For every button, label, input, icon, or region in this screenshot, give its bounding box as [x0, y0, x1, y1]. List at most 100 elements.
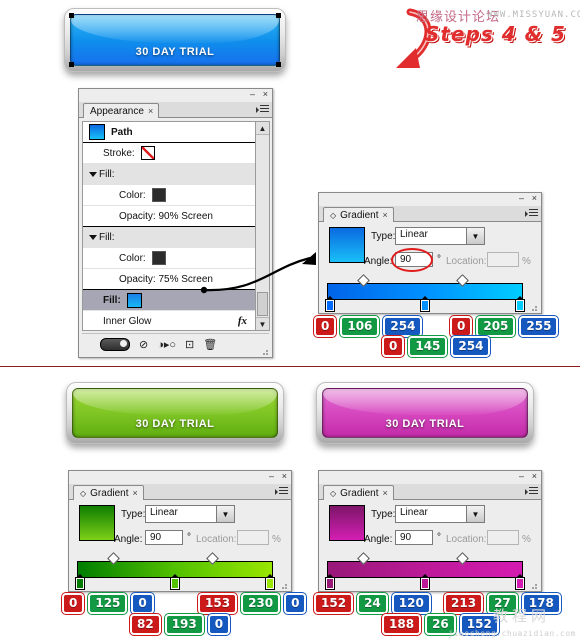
- no-color-icon[interactable]: [140, 146, 155, 160]
- rgb-values-green-left: 0 125 0: [62, 593, 154, 614]
- resize-grip-icon[interactable]: [281, 582, 289, 590]
- fx-icon[interactable]: fx: [238, 315, 247, 327]
- rgb-values-blue-left: 0 106 254: [314, 316, 423, 337]
- disclosure-triangle-icon[interactable]: [89, 171, 97, 177]
- gradient-stop-start[interactable]: [75, 574, 85, 590]
- tab-close-icon[interactable]: ×: [383, 488, 388, 498]
- close-icon[interactable]: ×: [282, 472, 287, 481]
- tab-gradient-label: Gradient: [340, 487, 379, 499]
- appearance-row-color-1[interactable]: Color:: [83, 185, 255, 206]
- panel-menu-icon[interactable]: [524, 485, 538, 497]
- appearance-panel[interactable]: – × Appearance × Path Stroke: Fill: Colo…: [78, 88, 273, 358]
- gradient-preview-swatch[interactable]: [329, 505, 365, 541]
- close-icon[interactable]: ×: [263, 90, 268, 99]
- angle-value: 90: [150, 532, 162, 543]
- anchor-point-bl[interactable]: [69, 62, 74, 67]
- anchor-point-br[interactable]: [276, 62, 281, 67]
- angle-highlight-ring: [391, 248, 433, 272]
- resize-grip-icon[interactable]: [531, 582, 539, 590]
- gradient-type-select[interactable]: Linear ▼: [145, 505, 235, 523]
- rgb-red-value: 82: [130, 614, 161, 635]
- duplicate-icon[interactable]: ◑▸○: [157, 338, 176, 351]
- appearance-row-fill-2[interactable]: Fill:: [83, 227, 255, 248]
- resize-grip-icon[interactable]: [531, 304, 539, 312]
- toggle-pill-icon[interactable]: [100, 337, 130, 351]
- blue-trial-button[interactable]: 30 DAY TRIAL: [64, 8, 286, 72]
- gradient-stop-end[interactable]: [515, 574, 525, 590]
- tab-appearance[interactable]: Appearance ×: [83, 103, 160, 118]
- minimize-icon[interactable]: –: [519, 472, 524, 481]
- green-trial-button[interactable]: 30 DAY TRIAL: [66, 382, 284, 444]
- gradient-stop-middle[interactable]: [420, 296, 430, 312]
- location-input[interactable]: [487, 530, 519, 545]
- location-input[interactable]: [487, 252, 519, 267]
- panel-menu-icon[interactable]: [524, 207, 538, 219]
- gradient-stop-middle[interactable]: [420, 574, 430, 590]
- close-icon[interactable]: ×: [532, 472, 537, 481]
- location-input[interactable]: [237, 530, 269, 545]
- trash-icon[interactable]: 🗑: [203, 338, 217, 351]
- gradient-stop-end[interactable]: [265, 574, 275, 590]
- chevron-down-icon[interactable]: ▼: [216, 506, 234, 522]
- angle-input[interactable]: 90: [145, 530, 183, 545]
- degree-symbol: °: [437, 532, 441, 543]
- appearance-row-stroke[interactable]: Stroke:: [83, 143, 255, 164]
- angle-label: Angle:: [114, 534, 143, 545]
- scroll-down-icon[interactable]: ▼: [256, 317, 269, 330]
- chevron-down-icon[interactable]: ▼: [466, 506, 484, 522]
- appearance-row-fill-1[interactable]: Fill:: [83, 164, 255, 185]
- rgb-blue-value: 0: [284, 593, 307, 614]
- tab-gradient-label: Gradient: [340, 209, 379, 221]
- panel-menu-icon[interactable]: [255, 103, 269, 115]
- panel-menu-icon[interactable]: [274, 485, 288, 497]
- anchor-point-tl[interactable]: [69, 13, 74, 18]
- tab-gradient[interactable]: ◇ Gradient ×: [323, 207, 394, 222]
- gradient-preview-swatch[interactable]: [329, 227, 365, 263]
- gradient-panel-blue[interactable]: – × ◇ Gradient × Type: Linear ▼ Angle: 9…: [318, 192, 542, 314]
- gradient-swatch-icon[interactable]: [126, 292, 142, 308]
- gradient-type-select[interactable]: Linear ▼: [395, 227, 485, 245]
- gradient-type-select[interactable]: Linear ▼: [395, 505, 485, 523]
- button-face: [70, 14, 280, 66]
- chevron-down-icon[interactable]: ▼: [466, 228, 484, 244]
- appearance-footer-toolbar[interactable]: ⊘ ◑▸○ ⊡ 🗑: [82, 333, 269, 354]
- new-art-icon[interactable]: ⊡: [185, 338, 194, 351]
- gradient-stop-start[interactable]: [325, 574, 335, 590]
- minimize-icon[interactable]: –: [250, 90, 255, 99]
- appearance-row-inner-glow[interactable]: Inner Glow fx: [83, 311, 255, 330]
- location-label: Location:: [446, 256, 487, 267]
- tab-close-icon[interactable]: ×: [383, 210, 388, 220]
- color-swatch-icon[interactable]: [151, 188, 166, 202]
- tab-close-icon[interactable]: ×: [148, 106, 153, 116]
- gradient-green-tabrow: ◇ Gradient ×: [69, 484, 291, 500]
- angle-label: Angle:: [364, 534, 393, 545]
- minimize-icon[interactable]: –: [269, 472, 274, 481]
- gradient-stop-start[interactable]: [325, 296, 335, 312]
- anchor-point-tr[interactable]: [276, 13, 281, 18]
- gradient-stop-middle[interactable]: [170, 574, 180, 590]
- minimize-icon[interactable]: –: [519, 194, 524, 203]
- color-swatch-icon[interactable]: [151, 251, 166, 265]
- gradient-panel-green[interactable]: – × ◇ Gradient × Type: Linear ▼ Angle: 9…: [68, 470, 292, 592]
- percent-symbol: %: [522, 534, 531, 545]
- gradient-preview-swatch[interactable]: [79, 505, 115, 541]
- appearance-row-opacity-1[interactable]: Opacity: 90% Screen: [83, 206, 255, 227]
- purple-trial-button[interactable]: 30 DAY TRIAL: [316, 382, 534, 444]
- appearance-row-path[interactable]: Path: [83, 122, 255, 143]
- close-icon[interactable]: ×: [532, 194, 537, 203]
- rgb-red-value: 153: [198, 593, 238, 614]
- angle-input[interactable]: 90: [395, 530, 433, 545]
- tab-gradient[interactable]: ◇ Gradient ×: [323, 485, 394, 500]
- button-face: [322, 388, 528, 438]
- tab-gradient[interactable]: ◇ Gradient ×: [73, 485, 144, 500]
- gradient-panel-purple[interactable]: – × ◇ Gradient × Type: Linear ▼ Angle: 9…: [318, 470, 542, 592]
- rgb-values-green-middle: 82 193 0: [130, 614, 231, 635]
- disclosure-triangle-icon[interactable]: [89, 234, 97, 240]
- tab-close-icon[interactable]: ×: [133, 488, 138, 498]
- no-appearance-icon[interactable]: ⊘: [139, 338, 148, 351]
- scroll-up-icon[interactable]: ▲: [256, 122, 269, 135]
- rgb-red-value: 0: [382, 336, 405, 357]
- resize-grip-icon[interactable]: [262, 348, 270, 356]
- stroke-label: Stroke:: [103, 147, 135, 159]
- gradient-stop-end[interactable]: [515, 296, 525, 312]
